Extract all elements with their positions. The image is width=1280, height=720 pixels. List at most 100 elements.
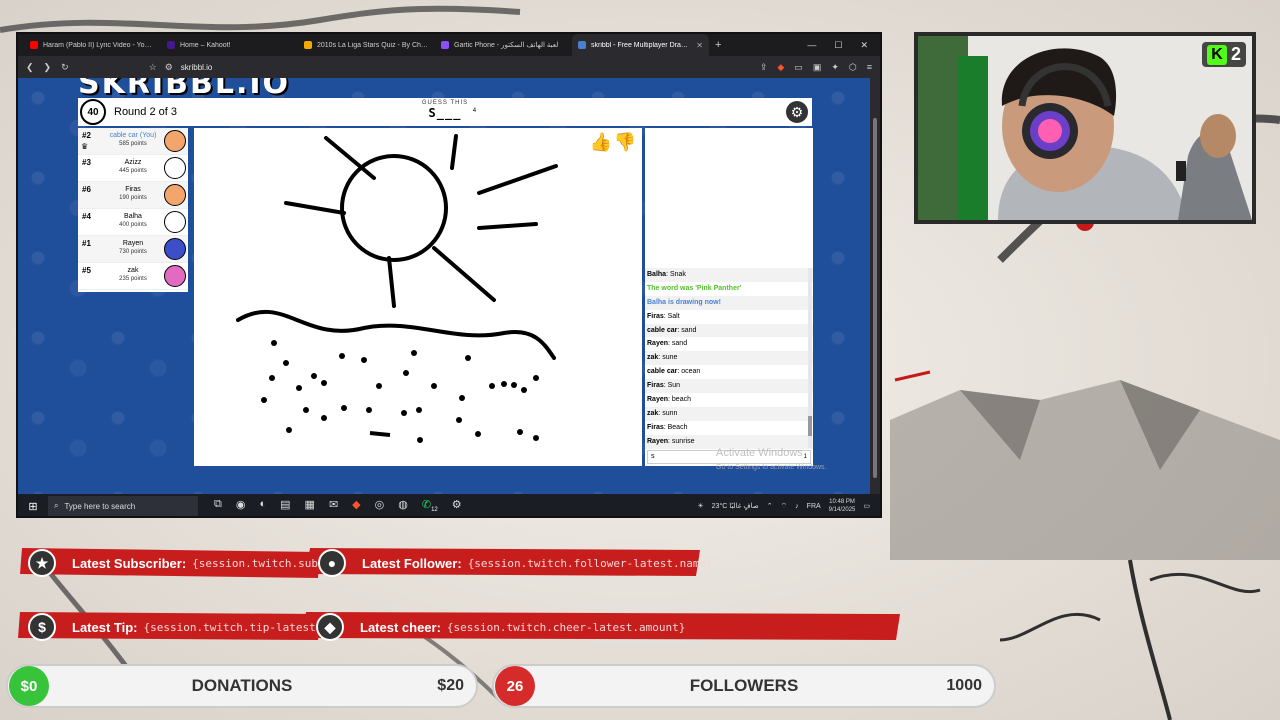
- vpn-icon[interactable]: ⬡: [849, 62, 857, 73]
- chat-message: Balha is drawing now!: [645, 295, 813, 310]
- kick-count: 2: [1230, 44, 1241, 64]
- chat-messages: Balha: Snak The word was 'Pink Panther' …: [645, 268, 813, 449]
- mail-icon[interactable]: ✉: [329, 498, 338, 513]
- drawing-canvas[interactable]: 👍 👎: [194, 128, 642, 466]
- game-header: 40 Round 2 of 3 GUESS THIS S___ 4 ⚙: [78, 98, 812, 126]
- brave-icon[interactable]: ◆: [352, 498, 360, 513]
- url-bar: ❮ ❯ ↻ ☆ ⚙ skribbl.io ⇪ ◆ ▭ ▣ ✦ ⬡ ≡: [18, 56, 880, 78]
- task-view-icon[interactable]: ⧉: [214, 498, 222, 513]
- settings-icon[interactable]: ⚙: [452, 498, 462, 513]
- copilot-icon[interactable]: ◉: [236, 498, 246, 513]
- toolbar-icons: ⇪ ◆ ▭ ▣ ✦ ⬡ ≡: [760, 62, 872, 73]
- chat-message: zak: sunn: [645, 406, 813, 421]
- donations-title: DONATIONS: [191, 676, 293, 695]
- star-icon: ★: [28, 549, 56, 577]
- site-info-icon[interactable]: ⚙: [165, 62, 173, 73]
- taskbar-clock[interactable]: 10:48 PM 9/14/2025: [829, 498, 856, 514]
- settings-gear-icon[interactable]: ⚙: [786, 101, 808, 123]
- player-row[interactable]: #2 ♛ cable car (You) 585 points: [78, 128, 188, 155]
- word-length: 4: [472, 108, 477, 114]
- chat-message: Rayen: beach: [647, 396, 691, 404]
- round-indicator: Round 2 of 3: [114, 106, 177, 118]
- chrome-icon[interactable]: ◍: [398, 498, 408, 513]
- thumbs-down-icon[interactable]: 👎: [614, 132, 636, 153]
- cheer-value: {session.twitch.cheer-latest.amount}: [446, 620, 686, 634]
- latest-follower-banner: ● Latest Follower: {session.twitch.follo…: [318, 546, 713, 580]
- notification-icon[interactable]: ▭: [863, 502, 870, 510]
- tab-quiz[interactable]: 2010s La Liga Stars Quiz - By Chilaws: [298, 34, 435, 56]
- edge-icon[interactable]: ◐: [259, 498, 266, 513]
- donations-goal: $20: [437, 677, 464, 694]
- page-scrollbar[interactable]: [870, 78, 880, 494]
- tab-youtube[interactable]: Haram (Pablo II) Lyric Video - YouTube: [24, 34, 161, 56]
- tab-skribbl[interactable]: skribbl - Free Multiplayer Drawing ✕: [572, 34, 709, 56]
- chat-message: cable car: ocean: [647, 368, 701, 376]
- volume-icon[interactable]: ♪: [795, 503, 799, 510]
- chat-scrollbar[interactable]: [808, 268, 812, 448]
- maximize-icon[interactable]: ☐: [834, 40, 842, 51]
- chat-message: cable car: sand: [645, 323, 813, 338]
- kick-logo-icon: K: [1206, 44, 1227, 65]
- player-row[interactable]: #4 Balha 400 points: [78, 209, 188, 236]
- player-row[interactable]: #6 Firas 190 points: [78, 182, 188, 209]
- windows-start-icon[interactable]: ⊞: [18, 500, 48, 513]
- drawing-sun-beach: [236, 134, 558, 443]
- windows-taskbar: ⊞ ⌕ Type here to search ⧉ ◉ ◐ ▤ ▦ ✉ ◆ ◎ …: [18, 494, 880, 516]
- follower-value: {session.twitch.follower-latest.name}: [467, 556, 713, 570]
- followers-goal-bar: 26 FOLLOWERS 1000: [492, 664, 996, 708]
- bookmark-icon[interactable]: ☆: [149, 62, 157, 73]
- tip-value: {session.twitch.tip-latest.: [143, 620, 323, 634]
- new-tab-button[interactable]: +: [715, 39, 721, 51]
- weather-text: 23°C صافٍ غالبًا: [711, 503, 759, 510]
- quiz-icon: [304, 41, 312, 49]
- kahoot-icon: [167, 41, 175, 49]
- tray-chevron-icon[interactable]: ⌃: [767, 502, 773, 510]
- tab-kahoot[interactable]: Home – Kahoot!: [161, 34, 298, 56]
- minimize-icon[interactable]: —: [807, 40, 816, 51]
- activate-windows-watermark: Activate Windows: [716, 447, 803, 459]
- gartic-icon: [441, 41, 449, 49]
- language-indicator[interactable]: FRA: [807, 503, 821, 510]
- reload-icon[interactable]: ↻: [61, 62, 69, 73]
- back-icon[interactable]: ❮: [26, 62, 34, 73]
- wallet-icon[interactable]: ▣: [813, 62, 822, 73]
- followers-title: FOLLOWERS: [689, 676, 799, 695]
- player-list: #2 ♛ cable car (You) 585 points #3 Azizz…: [78, 128, 188, 292]
- player-row[interactable]: #5 zak 235 points: [78, 263, 188, 290]
- browser-window: Haram (Pablo II) Lyric Video - YouTube H…: [16, 32, 882, 518]
- tab-title: Gartic Phone - لعبة الهاتف السكتور: [454, 42, 559, 49]
- user-icon: ●: [318, 549, 346, 577]
- whatsapp-icon[interactable]: ✆12: [422, 498, 438, 513]
- share-icon[interactable]: ⇪: [760, 62, 768, 73]
- chat-message: Rayen: sand: [647, 340, 688, 348]
- sidebar-icon[interactable]: ▭: [794, 62, 803, 73]
- tab-gartic[interactable]: Gartic Phone - لعبة الهاتف السكتور: [435, 34, 572, 56]
- store-icon[interactable]: ▦: [305, 498, 315, 513]
- obs-icon[interactable]: ◎: [375, 498, 385, 513]
- player-row[interactable]: #3 Azizz 445 points: [78, 155, 188, 182]
- url-text: skribbl.io: [180, 62, 213, 72]
- tab-title: Home – Kahoot!: [180, 41, 231, 49]
- menu-icon[interactable]: ≡: [867, 62, 872, 73]
- chat-input-value: s: [651, 453, 655, 460]
- close-window-icon[interactable]: ✕: [860, 40, 868, 51]
- player-avatar: [164, 157, 186, 179]
- donations-current: $0: [9, 666, 49, 706]
- brave-shield-icon[interactable]: ◆: [777, 62, 784, 73]
- address-field[interactable]: ☆ ⚙ skribbl.io: [79, 62, 750, 73]
- taskbar-search[interactable]: ⌕ Type here to search: [48, 496, 198, 516]
- subscriber-label: Latest Subscriber:: [72, 555, 187, 571]
- skribbl-page: SKRIBBL.IO 40 Round 2 of 3 GUESS THIS S_…: [18, 78, 872, 494]
- thumbs-up-icon[interactable]: 👍: [590, 132, 612, 153]
- file-explorer-icon[interactable]: ▤: [280, 498, 290, 513]
- player-avatar: [164, 130, 186, 152]
- player-row[interactable]: #1 Rayen 730 points: [78, 236, 188, 263]
- donations-goal-bar: $0 DONATIONS $20: [6, 664, 478, 708]
- chat-message: Balha: Snak: [645, 268, 813, 282]
- player-avatar: [164, 238, 186, 260]
- extensions-icon[interactable]: ✦: [831, 62, 839, 73]
- close-tab-icon[interactable]: ✕: [696, 41, 703, 50]
- forward-icon[interactable]: ❯: [44, 62, 52, 73]
- webcam-feed: K 2: [914, 32, 1256, 224]
- network-icon: ⌔: [780, 502, 788, 510]
